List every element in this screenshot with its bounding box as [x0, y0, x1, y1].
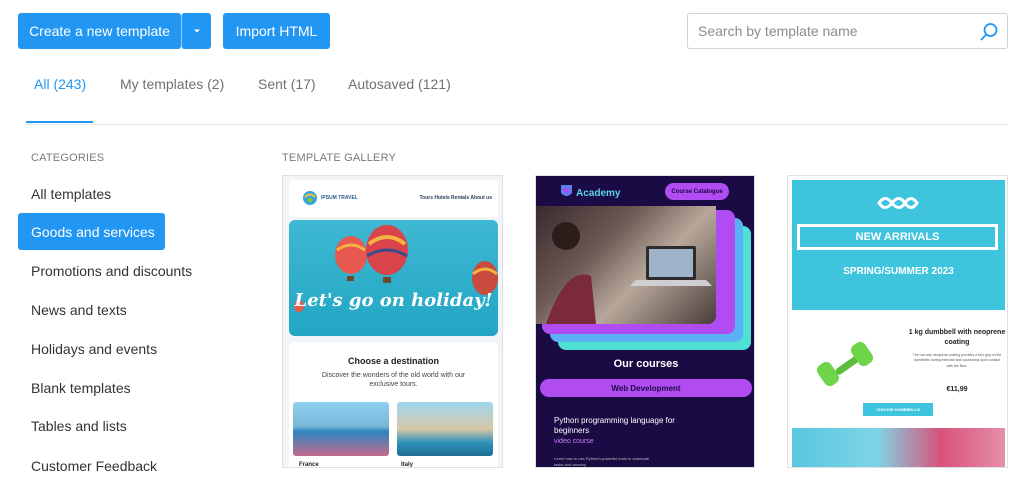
france-photo	[293, 402, 389, 456]
category-tables-and-lists[interactable]: Tables and lists	[18, 407, 127, 444]
new-arrivals-banner: NEW ARRIVALS	[797, 224, 998, 250]
search-icon[interactable]	[979, 22, 999, 42]
categories-heading: CATEGORIES	[31, 152, 105, 164]
category-promotions-and-discounts[interactable]: Promotions and discounts	[18, 252, 192, 289]
template-card-travel[interactable]: IPSUM TRAVEL Tours Hotels Rentals About …	[282, 175, 503, 468]
tab-autosaved[interactable]: Autosaved (121)	[348, 76, 451, 92]
template-card-new-arrivals[interactable]: NEW ARRIVALS SPRING/SUMMER 2023 1 kg dum…	[787, 175, 1008, 468]
dumbbell-icon	[816, 341, 874, 387]
academy-shield-icon	[561, 185, 572, 196]
category-customer-feedback[interactable]: Customer Feedback	[18, 447, 157, 481]
hot-air-balloons-icon	[294, 225, 498, 312]
travel-brand: IPSUM TRAVEL	[321, 195, 358, 201]
course-catalogue-pill: Course Catalogue	[665, 183, 729, 200]
travel-hero-text: Let's go on holiday!	[294, 290, 493, 311]
caret-down-icon	[193, 29, 200, 33]
python-course-title: Python programming language for beginner…	[554, 416, 675, 436]
product-price: €11,99	[946, 386, 968, 393]
wave-divider	[792, 284, 1005, 308]
category-all-templates[interactable]: All templates	[18, 175, 111, 212]
create-template-label: Create a new template	[29, 23, 170, 39]
globe-logo-icon	[303, 191, 317, 205]
travel-subtitle: Discover the wonders of the old world wi…	[321, 372, 466, 389]
create-template-button[interactable]: Create a new template	[18, 13, 181, 49]
search-box	[687, 13, 1008, 49]
category-news-and-texts[interactable]: News and texts	[18, 291, 127, 328]
active-tab-indicator	[26, 121, 93, 123]
import-html-label: Import HTML	[235, 23, 318, 39]
arrivals-bottom-photo	[792, 428, 1005, 467]
web-development-bar: Web Development	[540, 379, 752, 397]
tab-all[interactable]: All (243)	[34, 76, 86, 92]
product-name: 1 kg dumbbell with neoprene coating	[908, 329, 1006, 346]
italy-caption: Italy	[401, 462, 414, 468]
choose-dumbbells-button: CHOOSE DUMBBELLS	[863, 403, 933, 416]
tab-my-templates[interactable]: My templates (2)	[120, 76, 224, 92]
season-heading: SPRING/SUMMER 2023	[843, 266, 954, 277]
travel-body: Choose a destination Discover the wonder…	[289, 342, 498, 468]
python-course-description: Learn how to use Python's powerful tools…	[554, 456, 650, 467]
infinity-logo-icon	[877, 197, 919, 209]
product-description: The non-slip neoprene coating provides a…	[912, 353, 1002, 368]
france-caption: France	[299, 462, 319, 468]
travel-title: Choose a destination	[347, 356, 439, 366]
gallery-heading: TEMPLATE GALLERY	[282, 152, 397, 164]
create-template-dropdown-button[interactable]	[181, 13, 211, 49]
travel-hero: Let's go on holiday!	[289, 220, 498, 336]
import-html-button[interactable]: Import HTML	[223, 13, 330, 49]
tab-sent[interactable]: Sent (17)	[258, 76, 316, 92]
our-courses-title: Our courses	[613, 358, 679, 370]
search-input[interactable]	[698, 14, 968, 48]
travel-nav: Tours Hotels Rentals About us	[419, 195, 492, 201]
template-tabs: All (243) My templates (2) Sent (17) Aut…	[0, 60, 1024, 126]
tabs-divider	[26, 124, 1008, 125]
travel-header: IPSUM TRAVEL Tours Hotels Rentals About …	[289, 180, 498, 217]
academy-logo-text: Academy	[576, 188, 621, 199]
category-holidays-and-events[interactable]: Holidays and events	[18, 330, 157, 367]
template-card-academy[interactable]: Academy Course Catalogue Our courses Web…	[535, 175, 755, 468]
italy-photo	[397, 402, 493, 456]
category-blank-templates[interactable]: Blank templates	[18, 369, 131, 406]
laptop-icon	[546, 222, 712, 324]
video-course-tag: video course	[554, 438, 594, 445]
category-goods-and-services[interactable]: Goods and services	[18, 213, 165, 250]
academy-photo	[536, 206, 716, 324]
